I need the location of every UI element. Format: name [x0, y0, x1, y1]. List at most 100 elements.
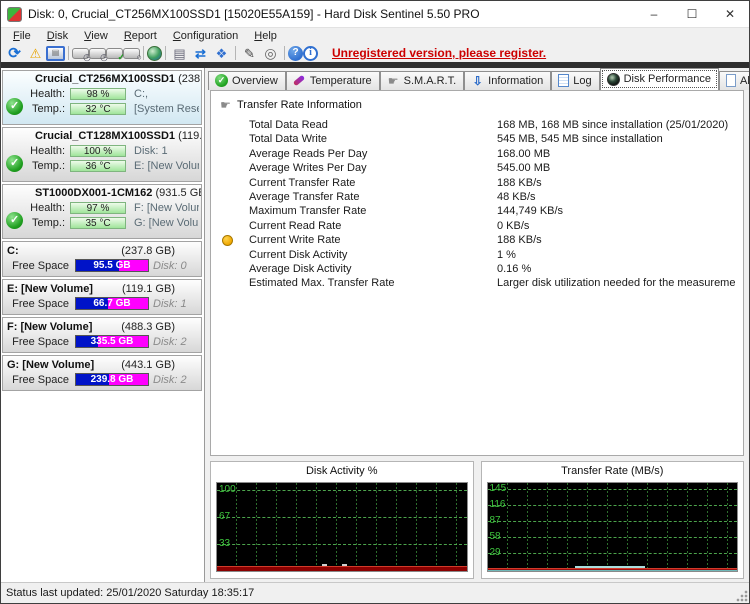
tab[interactable]: S.M.A.R.T. — [380, 71, 465, 90]
network-disk-icon[interactable] — [147, 46, 162, 61]
temp-label: Temp.: — [27, 217, 65, 229]
partition-disk-number: Disk: 2 — [153, 374, 187, 386]
info-icon[interactable]: i — [303, 46, 318, 61]
resize-grip[interactable] — [735, 589, 748, 602]
menu-item[interactable]: Report — [116, 29, 165, 43]
app-icon — [7, 7, 22, 22]
partition-name: C: — [7, 245, 19, 257]
disk-volumes-2: [System Rese — [134, 103, 199, 115]
partition-size: (443.1 GB) — [121, 359, 197, 371]
metric-value: 545.00 MB — [497, 161, 735, 175]
partition-entry[interactable]: E: [New Volume] (119.1 GB) Free Space 66… — [2, 279, 202, 315]
tab-icon — [293, 74, 306, 87]
write-rate-series — [488, 570, 738, 571]
tab[interactable]: Disk Performance — [600, 68, 719, 90]
report-icon[interactable]: ▤ — [169, 45, 190, 62]
chart-title: Disk Activity % — [216, 465, 468, 482]
partition-entry[interactable]: C: (237.8 GB) Free Space 95.5 GB Disk: 0 — [2, 241, 202, 277]
sound-icon[interactable]: ◎ — [260, 45, 281, 62]
settings-monitor-icon[interactable]: ✎ — [239, 45, 260, 62]
performance-row: Maximum Transfer Rate 144,749 KB/s — [219, 204, 735, 218]
performance-row: Estimated Max. Transfer Rate Larger disk… — [219, 276, 735, 290]
app-window: Disk: 0, Crucial_CT256MX100SSD1 [15020E5… — [0, 0, 750, 604]
health-bar: 100 % — [70, 145, 126, 157]
disk-schedule-icon[interactable]: ◷ — [89, 48, 106, 59]
disk-volumes-1: F: [New Volur — [134, 202, 199, 214]
metric-value: 48 KB/s — [497, 190, 735, 204]
menu-item[interactable]: Help — [246, 29, 285, 43]
write-rate-indicator-icon — [222, 235, 233, 246]
disk-entry[interactable]: Crucial_CT128MX100SSD1 (119.2 GB) Health… — [2, 127, 202, 182]
menu-item[interactable]: Configuration — [165, 29, 246, 43]
refresh-icon[interactable]: ⟳ — [4, 45, 25, 62]
disk-size: (931.5 GB) — [155, 187, 202, 199]
menu-bar: FileDiskViewReportConfigurationHelp — [1, 27, 749, 44]
alert-icon[interactable]: ⚠ — [25, 45, 46, 62]
separator — [281, 45, 288, 62]
disk-entry[interactable]: ST1000DX001-1CM162 (931.5 GB) Disk: 2 He… — [2, 184, 202, 239]
metric-label: Maximum Transfer Rate — [249, 204, 497, 218]
y-axis-tick: 145 — [490, 483, 507, 494]
partition-name: F: [New Volume] — [7, 321, 92, 333]
disk-monitor-icon[interactable]: ▤ — [46, 46, 65, 61]
separator — [162, 45, 169, 62]
maximize-button[interactable]: ☐ — [673, 1, 711, 27]
performance-row: Current Write Rate 188 KB/s — [219, 233, 735, 247]
metric-value: 545 MB, 545 MB since installation — [497, 132, 735, 146]
partition-disk-number: Disk: 1 — [153, 298, 187, 310]
free-space-label: Free Space — [7, 336, 69, 348]
partition-entry[interactable]: F: [New Volume] (488.3 GB) Free Space 33… — [2, 317, 202, 353]
disk-history-icon[interactable]: ◷ — [72, 48, 89, 59]
menu-item[interactable]: Disk — [39, 29, 76, 43]
close-button[interactable]: ✕ — [711, 1, 749, 27]
health-ok-icon — [6, 212, 23, 229]
metric-value: 188 KB/s — [497, 176, 735, 190]
y-axis-tick: 100 — [219, 484, 236, 495]
temp-label: Temp.: — [27, 160, 65, 172]
health-ok-icon — [6, 98, 23, 115]
tab[interactable]: Overview — [208, 71, 286, 90]
tab[interactable]: Alerts — [719, 71, 749, 90]
metric-value: Larger disk utilization needed for the m… — [497, 276, 735, 290]
temp-bar: 35 °C — [70, 217, 126, 229]
help-icon[interactable]: ? — [288, 46, 303, 61]
status-bar: Status last updated: 25/01/2020 Saturday… — [1, 582, 749, 603]
health-label: Health: — [27, 88, 65, 100]
tab-icon — [471, 74, 484, 87]
toolbar: ⟳⚠▤◷◷✓○▤⇄❖✎◎?i Unregistered version, ple… — [1, 44, 749, 62]
menu-item[interactable]: File — [5, 29, 39, 43]
disk-volumes-2: G: [New Volur — [134, 217, 199, 229]
disk-activity-chart: 1006733 — [216, 482, 468, 572]
free-space-bar: 335.5 GB — [75, 335, 149, 348]
partition-name: G: [New Volume] — [7, 359, 94, 371]
disk-test-ok-icon[interactable]: ✓ — [106, 48, 123, 59]
y-axis-tick: 67 — [219, 511, 230, 522]
disk-entry[interactable]: Crucial_CT256MX100SSD1 (238.5 GB) Disk: … — [2, 70, 202, 125]
tab[interactable]: Information — [464, 71, 551, 90]
disk-surface-test-icon[interactable]: ○ — [123, 48, 140, 59]
disk-size: (238.5 GB) — [178, 73, 202, 85]
performance-row: Total Data Read 168 MB, 168 MB since ins… — [219, 118, 735, 132]
minimize-button[interactable]: – — [635, 1, 673, 27]
tab-icon — [387, 74, 400, 87]
partition-size: (237.8 GB) — [121, 245, 197, 257]
tab[interactable]: Log — [551, 71, 599, 90]
separator — [140, 45, 147, 62]
free-space-value: 335.5 GB — [76, 336, 148, 348]
register-link[interactable]: Unregistered version, please register. — [332, 46, 546, 60]
activity-series — [217, 566, 467, 571]
disk-activity-chart-panel: Disk Activity % 1006733 — [210, 461, 474, 579]
tab[interactable]: Temperature — [286, 71, 380, 90]
network-share-icon[interactable]: ❖ — [211, 45, 232, 62]
health-label: Health: — [27, 145, 65, 157]
partition-entry[interactable]: G: [New Volume] (443.1 GB) Free Space 23… — [2, 355, 202, 391]
menu-item[interactable]: View — [76, 29, 116, 43]
transfer-rate-chart-panel: Transfer Rate (MB/s) 145116875829 — [481, 461, 745, 579]
partition-name: E: [New Volume] — [7, 283, 93, 295]
disk-sidebar: Crucial_CT256MX100SSD1 (238.5 GB) Disk: … — [1, 68, 205, 582]
tab-icon — [558, 74, 569, 87]
metric-value: 0 KB/s — [497, 219, 735, 233]
refresh-report-icon[interactable]: ⇄ — [190, 45, 211, 62]
hand-pointer-icon — [219, 98, 232, 111]
free-space-bar: 66.7 GB — [75, 297, 149, 310]
